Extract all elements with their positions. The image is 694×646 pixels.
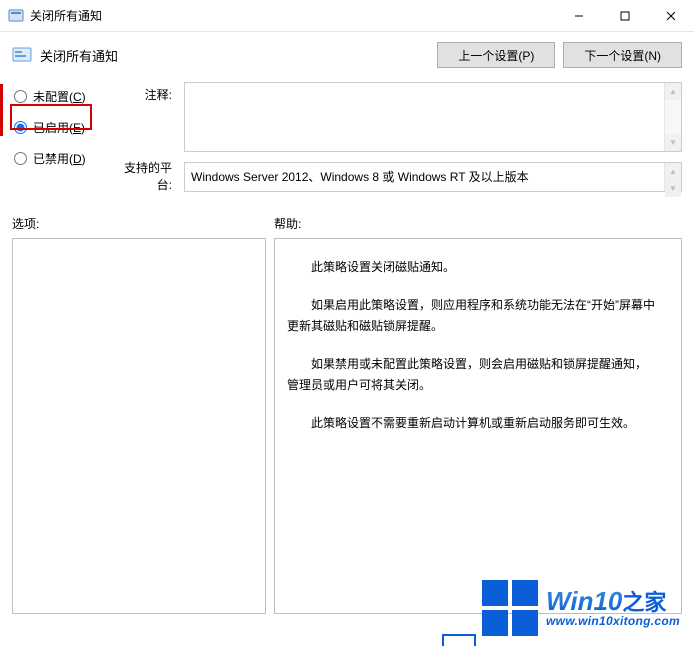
next-setting-button[interactable]: 下一个设置(N)	[563, 42, 682, 68]
fields-column: ▲ ▼ Windows Server 2012、Windows 8 或 Wind…	[184, 82, 682, 193]
radio-disabled-input[interactable]	[14, 152, 27, 165]
config-area: 未配置(C) 已启用(E) 已禁用(D) 注释: 支持的平台: ▲ ▼ Wind…	[0, 82, 694, 197]
comment-scrollbar: ▲ ▼	[664, 83, 681, 151]
previous-setting-button[interactable]: 上一个设置(P)	[437, 42, 555, 68]
help-label: 帮助:	[274, 215, 682, 232]
radio-enabled[interactable]: 已启用(E)	[12, 117, 100, 138]
help-paragraph: 此策略设置不需要重新启动计算机或重新启动服务即可生效。	[287, 413, 657, 433]
window-title: 关闭所有通知	[30, 7, 556, 24]
watermark-url: www.win10xitong.com	[546, 615, 680, 628]
labels-column: 注释: 支持的平台:	[112, 82, 172, 193]
radio-disabled[interactable]: 已禁用(D)	[12, 148, 100, 169]
help-paragraph: 如果禁用或未配置此策略设置，则会启用磁贴和锁屏提醒通知，管理员或用户可将其关闭。	[287, 354, 657, 395]
scroll-down-icon: ▼	[665, 180, 681, 197]
platform-textbox: Windows Server 2012、Windows 8 或 Windows …	[184, 162, 682, 192]
help-paragraph: 如果启用此策略设置，则应用程序和系统功能无法在“开始”屏幕中更新其磁贴和磁贴锁屏…	[287, 295, 657, 336]
scroll-down-icon: ▼	[665, 134, 681, 151]
close-button[interactable]	[648, 0, 694, 32]
app-icon	[8, 8, 24, 24]
help-paragraph: 此策略设置关闭磁贴通知。	[287, 257, 657, 277]
panes: 此策略设置关闭磁贴通知。 如果启用此策略设置，则应用程序和系统功能无法在“开始”…	[0, 238, 694, 614]
header-row: 关闭所有通知 上一个设置(P) 下一个设置(N)	[0, 32, 694, 82]
policy-icon	[12, 45, 32, 65]
radio-not-configured-input[interactable]	[14, 90, 27, 103]
radio-enabled-input[interactable]	[14, 121, 27, 134]
maximize-button[interactable]	[602, 0, 648, 32]
platform-label: 支持的平台:	[112, 159, 172, 193]
platform-value: Windows Server 2012、Windows 8 或 Windows …	[191, 170, 529, 184]
comment-label: 注释:	[112, 86, 172, 103]
annotation-bottom-edge	[442, 634, 476, 646]
state-radio-group: 未配置(C) 已启用(E) 已禁用(D)	[12, 82, 100, 193]
policy-title: 关闭所有通知	[40, 46, 429, 65]
platform-scrollbar: ▲ ▼	[664, 163, 681, 191]
titlebar: 关闭所有通知	[0, 0, 694, 32]
help-pane: 此策略设置关闭磁贴通知。 如果启用此策略设置，则应用程序和系统功能无法在“开始”…	[274, 238, 682, 614]
options-pane	[12, 238, 266, 614]
minimize-button[interactable]	[556, 0, 602, 32]
options-label: 选项:	[12, 215, 274, 232]
annotation-left-edge	[0, 84, 3, 136]
comment-textarea[interactable]: ▲ ▼	[184, 82, 682, 152]
section-labels: 选项: 帮助:	[0, 197, 694, 238]
scroll-up-icon: ▲	[665, 163, 681, 180]
radio-not-configured[interactable]: 未配置(C)	[12, 86, 100, 107]
scroll-up-icon: ▲	[665, 83, 681, 100]
